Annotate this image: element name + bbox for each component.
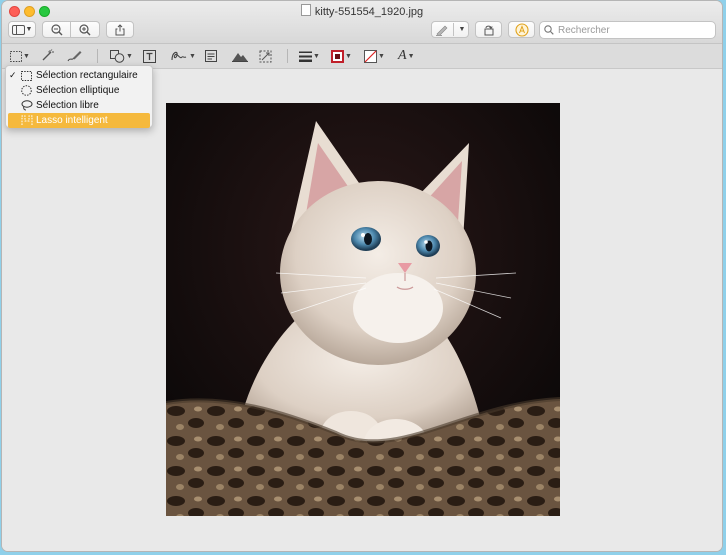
window-title: kitty-551554_1920.jpg	[2, 4, 722, 18]
menu-item-elliptical-selection[interactable]: Sélection elliptique	[6, 83, 152, 98]
checkmark-icon: ✓	[9, 70, 17, 80]
text-button[interactable]	[143, 48, 156, 64]
shapes-icon	[110, 49, 125, 63]
dashed-ellipse-icon	[21, 85, 33, 96]
adjust-color-icon	[232, 50, 248, 62]
menu-item-lasso-selection[interactable]: Sélection libre	[6, 98, 152, 113]
menu-item-smart-lasso[interactable]: Lasso intelligent	[8, 113, 150, 128]
share-icon	[115, 23, 125, 36]
text-icon	[143, 49, 156, 63]
menu-item-label: Lasso intelligent	[36, 115, 108, 126]
pen-icon	[435, 24, 449, 36]
text-style-button[interactable]: A ▼	[398, 48, 415, 64]
menu-item-label: Sélection libre	[36, 100, 99, 111]
fill-color-button[interactable]: ▼	[364, 48, 385, 64]
lasso-icon	[21, 100, 33, 111]
chevron-down-icon: ▼	[189, 52, 196, 60]
sign-icon	[170, 49, 188, 63]
document-icon	[300, 4, 311, 16]
menu-item-label: Sélection elliptique	[36, 85, 120, 96]
toolbar-separator	[287, 49, 288, 63]
search-icon	[544, 25, 554, 35]
border-color-icon	[331, 49, 344, 63]
rectangular-selection-icon	[10, 50, 22, 62]
chevron-down-icon: ▼	[458, 26, 466, 33]
border-color-button[interactable]: ▼	[331, 48, 352, 64]
kitten-photo[interactable]	[166, 103, 560, 516]
zoom-out-icon	[50, 23, 63, 36]
search-field[interactable]: Rechercher	[539, 21, 716, 39]
zoom-in-button[interactable]	[71, 21, 100, 38]
toolbar-separator	[97, 49, 98, 63]
selection-tools-menu: ✓ Sélection rectangulaire Sélection elli…	[5, 65, 153, 128]
instant-alpha-button[interactable]	[40, 48, 54, 64]
note-button[interactable]	[205, 48, 217, 64]
sidebar-button[interactable]: ▼	[8, 21, 36, 38]
chevron-down-icon: ▼	[25, 26, 33, 33]
rotate-button[interactable]	[475, 21, 502, 38]
menu-item-rectangular-selection[interactable]: ✓ Sélection rectangulaire	[6, 68, 152, 83]
line-style-icon	[299, 51, 312, 62]
markup-pen-button[interactable]: ▼	[431, 21, 469, 38]
markup-icon	[514, 22, 529, 37]
smart-lasso-icon	[21, 115, 33, 126]
pen-divider	[452, 23, 454, 36]
sidebar-toggle-icon	[11, 24, 25, 35]
sign-button[interactable]: ▼	[170, 48, 196, 64]
rotate-icon	[483, 24, 495, 36]
sketch-icon	[67, 49, 83, 63]
text-style-icon: A	[398, 48, 407, 63]
kitten-illustration	[166, 103, 560, 516]
sketch-button[interactable]	[67, 48, 83, 64]
zoom-in-icon	[79, 23, 91, 36]
search-placeholder: Rechercher	[558, 24, 610, 36]
adjust-color-button[interactable]	[232, 48, 248, 64]
chevron-down-icon: ▼	[378, 52, 385, 60]
markup-toolbar-button[interactable]	[508, 21, 535, 38]
note-icon	[205, 50, 217, 62]
adjust-size-button[interactable]	[259, 48, 272, 64]
chevron-down-icon: ▼	[23, 52, 30, 60]
zoom-out-button[interactable]	[42, 21, 71, 38]
window-title-text: kitty-551554_1920.jpg	[314, 6, 424, 18]
adjust-size-icon	[259, 50, 272, 63]
instant-alpha-icon	[40, 49, 54, 63]
fill-color-icon	[364, 49, 377, 63]
title-bar: kitty-551554_1920.jpg ▼ ▼ Rechercher	[2, 1, 722, 44]
share-button[interactable]	[106, 21, 134, 38]
selection-tools-button[interactable]: ▼	[10, 48, 30, 64]
shapes-button[interactable]: ▼	[110, 48, 133, 64]
line-style-button[interactable]: ▼	[299, 48, 320, 64]
chevron-down-icon: ▼	[313, 52, 320, 60]
menu-item-label: Sélection rectangulaire	[36, 70, 138, 81]
chevron-down-icon: ▼	[126, 52, 133, 60]
preview-window: kitty-551554_1920.jpg ▼ ▼ Rechercher ▼ ▼…	[2, 1, 722, 551]
chevron-down-icon: ▼	[345, 52, 352, 60]
chevron-down-icon: ▼	[407, 52, 415, 60]
image-canvas	[2, 69, 722, 551]
dashed-rectangle-icon	[21, 70, 33, 81]
